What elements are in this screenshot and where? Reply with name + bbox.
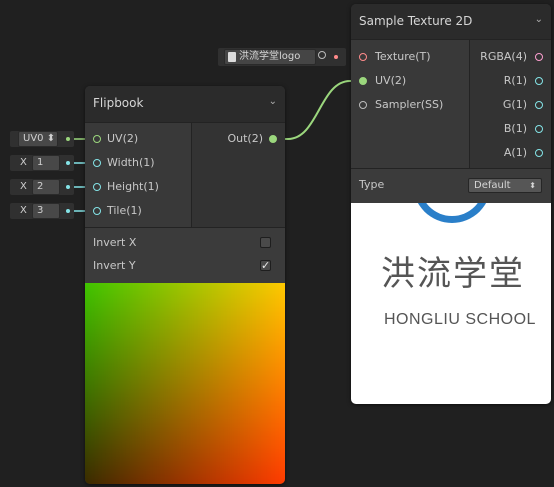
rgba-port-icon[interactable] xyxy=(535,53,543,61)
width-x-label: X xyxy=(20,157,27,168)
out-port-icon[interactable] xyxy=(269,135,277,143)
height-value-field[interactable]: X 2 xyxy=(10,179,74,195)
flipbook-input-height[interactable]: Height(1) xyxy=(93,177,159,197)
sample-input-sampler[interactable]: Sampler(SS) xyxy=(359,95,443,115)
invert-x-row[interactable]: Invert X xyxy=(93,233,277,253)
invert-y-checkbox[interactable]: ✓ xyxy=(260,260,271,271)
texture-port-icon[interactable] xyxy=(359,53,367,61)
height-port-icon[interactable] xyxy=(93,183,101,191)
tile-input-label: Tile(1) xyxy=(107,204,142,217)
width-value-box[interactable]: 1 xyxy=(32,155,60,171)
sample-texture-2d-node[interactable]: Sample Texture 2D ⌄ Texture(T) UV(2) Sam… xyxy=(351,4,551,404)
b-output-label: B(1) xyxy=(503,122,527,135)
tile-value-field[interactable]: X 3 xyxy=(10,203,74,219)
sampler-port-icon[interactable] xyxy=(359,101,367,109)
r-port-icon[interactable] xyxy=(535,77,543,85)
uv-input-label: UV(2) xyxy=(375,74,407,87)
texture-asset-name: 洪流学堂logo xyxy=(239,51,301,62)
tile-x-label: X xyxy=(20,205,27,216)
logo-english-text: HONGLIU SCHOOL xyxy=(384,311,536,328)
flipbook-input-uv[interactable]: UV(2) xyxy=(93,129,138,149)
g-port-icon[interactable] xyxy=(535,101,543,109)
sample-output-b[interactable]: B(1) xyxy=(504,119,543,139)
object-picker-icon[interactable] xyxy=(318,51,326,59)
chevron-down-icon[interactable]: ⌄ xyxy=(535,14,543,25)
wire-flipbook-out-to-uv xyxy=(273,80,362,140)
b-port-icon[interactable] xyxy=(535,125,543,133)
uv-input-label: UV(2) xyxy=(107,132,139,145)
type-value: Default xyxy=(474,180,511,191)
width-value-field[interactable]: X 1 xyxy=(10,155,74,171)
a-output-label: A(1) xyxy=(503,146,527,159)
flipbook-header[interactable]: Flipbook ⌄ xyxy=(85,86,285,123)
height-input-label: Height(1) xyxy=(107,180,159,193)
file-icon xyxy=(228,52,236,62)
out-output-label: Out(2) xyxy=(227,132,263,145)
dropdown-arrows-icon: ⬍ xyxy=(529,181,536,190)
width-connector-dot xyxy=(66,161,70,165)
texture-connector-dot xyxy=(334,55,338,59)
sample-output-g[interactable]: G(1) xyxy=(503,95,543,115)
type-setting-row: Type xyxy=(359,175,384,195)
tile-value-box[interactable]: 3 xyxy=(32,203,60,219)
preview-red-layer xyxy=(85,283,285,484)
invert-y-label: Invert Y xyxy=(93,259,136,272)
sample-texture-preview: 洪流学堂 HONGLIU SCHOOL xyxy=(351,203,551,404)
invert-y-row[interactable]: Invert Y ✓ xyxy=(93,256,277,276)
flipbook-output-out[interactable]: Out(2) xyxy=(227,129,277,149)
flipbook-title: Flipbook xyxy=(93,96,144,110)
a-port-icon[interactable] xyxy=(535,149,543,157)
logo-chinese-text: 洪流学堂 xyxy=(381,254,525,294)
uv-port-icon[interactable] xyxy=(359,77,367,85)
height-value-box[interactable]: 2 xyxy=(32,179,60,195)
check-icon: ✓ xyxy=(261,259,271,272)
flipbook-preview xyxy=(85,283,285,484)
type-dropdown[interactable]: Default ⬍ xyxy=(468,178,542,193)
logo-mark-icon xyxy=(413,203,491,223)
sample-texture-title: Sample Texture 2D xyxy=(359,14,473,28)
invert-x-checkbox[interactable] xyxy=(260,237,271,248)
chevron-down-icon[interactable]: ⌄ xyxy=(269,96,277,107)
g-output-label: G(1) xyxy=(502,98,527,111)
r-output-label: R(1) xyxy=(503,74,527,87)
rgba-output-label: RGBA(4) xyxy=(480,50,527,63)
uv-channel-dropdown[interactable]: UV0 ⬍ xyxy=(18,131,58,147)
height-connector-dot xyxy=(66,185,70,189)
sample-output-a[interactable]: A(1) xyxy=(504,143,543,163)
sample-output-r[interactable]: R(1) xyxy=(504,71,543,91)
texture-asset-field[interactable]: 洪流学堂logo xyxy=(218,48,346,66)
width-port-icon[interactable] xyxy=(93,159,101,167)
sample-texture-header[interactable]: Sample Texture 2D ⌄ xyxy=(351,4,551,40)
uv-connector-dot xyxy=(66,137,70,141)
flipbook-node[interactable]: Flipbook ⌄ UV(2) Width(1) Height(1) Tile… xyxy=(85,86,285,484)
width-input-label: Width(1) xyxy=(107,156,155,169)
sample-input-uv[interactable]: UV(2) xyxy=(359,71,406,91)
flipbook-input-tile[interactable]: Tile(1) xyxy=(93,201,142,221)
sample-input-texture[interactable]: Texture(T) xyxy=(359,47,431,67)
sample-output-rgba[interactable]: RGBA(4) xyxy=(480,47,543,67)
texture-asset-box[interactable]: 洪流学堂logo xyxy=(224,49,316,65)
invert-x-label: Invert X xyxy=(93,236,137,249)
tile-connector-dot xyxy=(66,209,70,213)
sampler-input-label: Sampler(SS) xyxy=(375,98,444,111)
flipbook-input-width[interactable]: Width(1) xyxy=(93,153,155,173)
tile-port-icon[interactable] xyxy=(93,207,101,215)
texture-input-label: Texture(T) xyxy=(375,50,431,63)
type-label: Type xyxy=(359,178,385,191)
uv-channel-field[interactable]: UV0 ⬍ xyxy=(10,131,74,147)
height-x-label: X xyxy=(20,181,27,192)
uv-port-icon[interactable] xyxy=(93,135,101,143)
